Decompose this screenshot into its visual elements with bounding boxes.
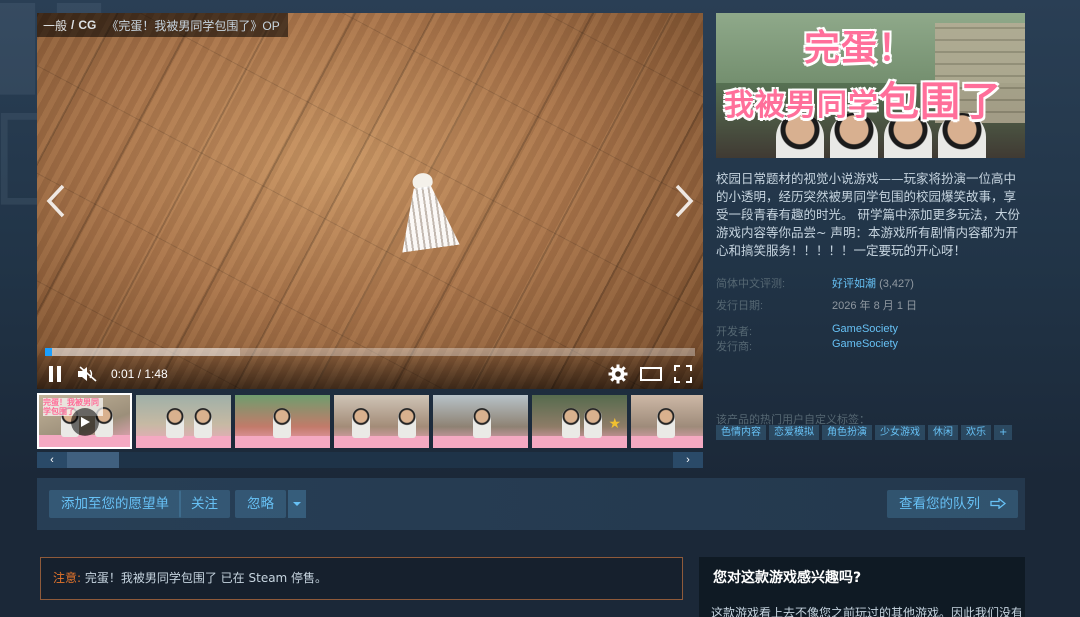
breadcrumb-category: 一般 <box>43 18 68 33</box>
tag-item[interactable]: 色情内容 <box>716 425 766 440</box>
notice-text: 完蛋！我被男同学包围了 已在 Steam 停售。 <box>81 571 328 585</box>
interest-body: 这款游戏看上去不像您之前玩过的其他游戏。因此我们没有 <box>711 606 1021 617</box>
capsule-logo-line2: 我被男同学包围了 <box>724 69 1002 127</box>
tag-item[interactable]: 恋爱模拟 <box>769 425 819 440</box>
ignore-dropdown-button[interactable] <box>288 490 306 518</box>
add-tag-button[interactable]: + <box>994 425 1013 440</box>
developer-link[interactable]: GameSociety <box>832 323 898 335</box>
interest-panel: 您对这款游戏感兴趣吗? 这款游戏看上去不像您之前玩过的其他游戏。因此我们没有 <box>699 557 1025 617</box>
breadcrumb-type: CG <box>78 18 97 32</box>
follow-button[interactable]: 关注 <box>179 490 230 518</box>
publisher-link[interactable]: GameSociety <box>832 338 898 350</box>
thumbnail-screenshot[interactable] <box>334 395 429 448</box>
next-media-button[interactable] <box>669 181 699 221</box>
progress-buffered <box>45 348 240 356</box>
video-breadcrumb: 一般 / CG 《完蛋！我被男同学包围了》OP <box>37 13 288 37</box>
video-progress-bar[interactable] <box>45 348 695 356</box>
video-frame <box>37 13 703 389</box>
mute-button[interactable] <box>77 363 99 385</box>
shuttlecock-image <box>392 169 461 256</box>
pause-button[interactable] <box>47 363 63 385</box>
tag-list: 色情内容 恋爱模拟 角色扮演 少女游戏 休闲 欢乐 + <box>716 425 1013 440</box>
video-player[interactable]: 一般 / CG 《完蛋！我被男同学包围了》OP 0:01 / 1:48 <box>37 13 703 389</box>
capsule-logo-part2: 包围了 <box>879 79 1002 125</box>
action-bar: 添加至您的愿望单 关注 忽略 查看您的队列 <box>37 478 1025 530</box>
scroll-right-button[interactable]: › <box>673 452 703 468</box>
add-to-wishlist-button[interactable]: 添加至您的愿望单 <box>49 490 181 518</box>
interest-heading: 您对这款游戏感兴趣吗? <box>713 570 862 586</box>
thumbnail-screenshot[interactable] <box>631 395 703 448</box>
developer-label: 开发者: <box>716 326 753 338</box>
review-count: (3,427) <box>879 278 914 290</box>
review-value[interactable]: 好评如潮 <box>832 278 876 290</box>
thumbnail-scrollbar[interactable]: ‹ › <box>37 452 703 468</box>
breadcrumb-separator: / <box>71 18 75 32</box>
view-queue-label: 查看您的队列 <box>899 496 980 512</box>
game-capsule-image: 完蛋！ 我被男同学包围了 <box>716 13 1025 158</box>
capsule-logo-part1: 我被男同学 <box>724 88 879 123</box>
settings-button[interactable] <box>608 363 628 385</box>
pause-icon <box>49 366 61 382</box>
thumbnail-screenshot[interactable] <box>136 395 231 448</box>
tag-item[interactable]: 休闲 <box>928 425 958 440</box>
scroll-left-button[interactable]: ‹ <box>37 452 67 468</box>
fullscreen-button[interactable] <box>674 363 692 385</box>
volume-muted-icon <box>78 366 97 382</box>
fullscreen-icon <box>674 365 692 383</box>
video-time: 0:01 / 1:48 <box>111 367 168 381</box>
release-date-label: 发行日期: <box>716 300 764 312</box>
play-icon <box>71 408 99 436</box>
arrow-right-icon <box>990 497 1007 510</box>
publisher-label: 发行商: <box>716 341 753 353</box>
breadcrumb-video-title: 《完蛋！我被男同学包围了》OP <box>106 18 280 33</box>
scrollbar-thumb[interactable] <box>67 452 119 468</box>
tag-item[interactable]: 少女游戏 <box>875 425 925 440</box>
thumbnail-screenshot[interactable] <box>235 395 330 448</box>
delisted-notice: 注意: 完蛋！我被男同学包围了 已在 Steam 停售。 <box>40 557 683 600</box>
ignore-button[interactable]: 忽略 <box>235 490 286 518</box>
media-thumbnail-strip: 完蛋！我被男同学包围了 ★ <box>37 393 703 449</box>
chevron-right-icon <box>675 184 694 218</box>
widescreen-icon <box>640 367 662 381</box>
previous-media-button[interactable] <box>41 181 71 221</box>
view-queue-button[interactable]: 查看您的队列 <box>887 490 1019 518</box>
theater-mode-button[interactable] <box>640 363 662 385</box>
thumbnail-screenshot[interactable] <box>433 395 528 448</box>
release-date: 2026 年 8 月 1 日 <box>832 300 917 312</box>
game-description: 校园日常题材的视觉小说游戏——玩家将扮演一位高中的小透明，经历突然被男同学包围的… <box>716 171 1020 258</box>
tag-item[interactable]: 欢乐 <box>961 425 991 440</box>
capsule-logo-line1: 完蛋！ <box>804 28 916 69</box>
review-label: 简体中文评测: <box>716 278 786 290</box>
trophy-icon: ★ <box>608 415 621 431</box>
notice-warning-label: 注意: <box>53 571 82 585</box>
gear-icon <box>608 364 628 384</box>
thumbnail-screenshot[interactable]: ★ <box>532 395 627 448</box>
chevron-left-icon <box>46 184 65 218</box>
tag-item[interactable]: 角色扮演 <box>822 425 872 440</box>
progress-played <box>45 348 52 356</box>
review-summary[interactable]: 好评如潮 (3,427) <box>832 275 914 291</box>
thumbnail-video[interactable]: 完蛋！我被男同学包围了 <box>37 393 132 449</box>
